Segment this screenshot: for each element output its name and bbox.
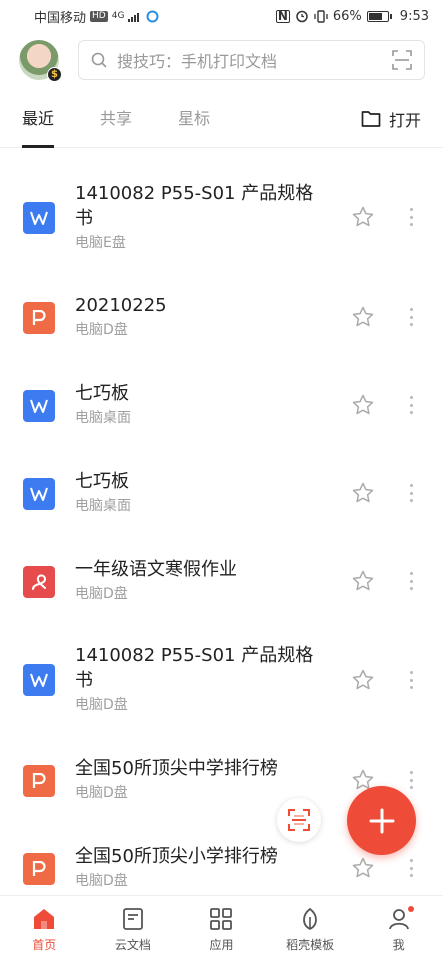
star-icon[interactable] bbox=[352, 306, 374, 328]
create-new-button[interactable] bbox=[347, 786, 416, 855]
battery-percent: 66% bbox=[332, 8, 362, 24]
nav-label: 我 bbox=[392, 938, 405, 952]
alarm-icon bbox=[296, 10, 308, 23]
signal-icon bbox=[128, 12, 140, 22]
tab-shared[interactable]: 共享 bbox=[100, 90, 132, 148]
nav-label: 应用 bbox=[209, 938, 234, 952]
star-icon[interactable] bbox=[352, 570, 374, 592]
file-name: 一年级语文寒假作业 bbox=[75, 559, 237, 580]
open-label: 打开 bbox=[388, 110, 421, 130]
file-name: 20210225 bbox=[75, 295, 167, 316]
tab-starred[interactable]: 星标 bbox=[178, 90, 210, 148]
ppt-file-icon bbox=[23, 853, 55, 885]
home-icon bbox=[34, 909, 55, 929]
star-icon[interactable] bbox=[352, 394, 374, 416]
ppt-file-icon bbox=[23, 765, 55, 797]
file-row[interactable]: 一年级语文寒假作业 电脑D盘 bbox=[0, 557, 443, 617]
scan-document-button[interactable] bbox=[277, 798, 321, 842]
file-location: 电脑桌面 bbox=[75, 410, 131, 426]
open-button[interactable]: 打开 bbox=[361, 107, 421, 131]
file-location: 电脑E盘 bbox=[75, 235, 126, 251]
search-bar[interactable]: 搜技巧：手机打印文档 bbox=[78, 40, 425, 80]
cloud-doc-icon bbox=[122, 908, 143, 930]
folder-icon bbox=[361, 110, 381, 127]
more-options-icon[interactable] bbox=[404, 859, 418, 877]
nav-apps[interactable]: 应用 bbox=[177, 896, 266, 960]
star-icon[interactable] bbox=[352, 857, 374, 879]
nav-label: 稻壳模板 bbox=[286, 938, 335, 952]
file-name: 七巧板 bbox=[75, 383, 129, 404]
nav-label: 云文档 bbox=[114, 938, 151, 952]
file-name: 全国50所顶尖小学排行榜 bbox=[75, 846, 278, 867]
more-options-icon[interactable] bbox=[404, 572, 418, 590]
battery-icon bbox=[366, 10, 392, 22]
more-options-icon[interactable] bbox=[404, 308, 418, 326]
search-icon bbox=[91, 52, 107, 68]
notification-dot bbox=[407, 906, 414, 912]
file-name: 1410082 P55-S01 产品规格书 bbox=[75, 183, 314, 229]
nav-home[interactable]: 首页 bbox=[0, 896, 89, 960]
vip-badge: $ bbox=[47, 67, 62, 82]
file-location: 电脑桌面 bbox=[75, 498, 131, 514]
more-options-icon[interactable] bbox=[404, 671, 418, 689]
file-row[interactable]: 七巧板 电脑桌面 bbox=[0, 381, 443, 441]
file-location: 电脑D盘 bbox=[75, 697, 128, 713]
top-bar: $ 搜技巧：手机打印文档 bbox=[0, 32, 443, 88]
word-file-icon bbox=[23, 390, 55, 422]
word-file-icon bbox=[23, 202, 55, 234]
app-notification-icon bbox=[146, 10, 159, 22]
nav-label: 首页 bbox=[32, 938, 57, 952]
star-icon[interactable] bbox=[352, 482, 374, 504]
vibrate-icon bbox=[314, 9, 328, 23]
file-row[interactable]: 七巧板 电脑桌面 bbox=[0, 469, 443, 529]
status-bar: 中国移动 HD 4G N 66% 9:53 bbox=[0, 0, 443, 32]
file-location: 电脑D盘 bbox=[75, 586, 128, 602]
tab-bar: 最近 共享 星标 打开 bbox=[0, 90, 443, 148]
more-options-icon[interactable] bbox=[404, 771, 418, 789]
ppt-file-icon bbox=[23, 302, 55, 334]
carrier-name: 中国移动 bbox=[34, 10, 87, 26]
file-name: 全国50所顶尖中学排行榜 bbox=[75, 758, 278, 779]
leaf-icon bbox=[303, 907, 317, 931]
file-row[interactable]: 1410082 P55-S01 产品规格书 电脑E盘 bbox=[0, 178, 443, 258]
word-file-icon bbox=[23, 478, 55, 510]
more-options-icon[interactable] bbox=[404, 208, 418, 226]
nav-templates[interactable]: 稻壳模板 bbox=[266, 896, 355, 960]
profile-icon bbox=[386, 906, 414, 932]
apps-grid-icon bbox=[210, 908, 233, 930]
more-options-icon[interactable] bbox=[404, 396, 418, 414]
file-location: 电脑D盘 bbox=[75, 322, 128, 338]
nav-cloud-docs[interactable]: 云文档 bbox=[89, 896, 178, 960]
hd-badge: HD bbox=[90, 10, 108, 22]
avatar[interactable]: $ bbox=[19, 40, 62, 82]
network-type: 4G bbox=[111, 11, 125, 21]
file-row[interactable]: 1410082 P55-S01 产品规格书 电脑D盘 bbox=[0, 643, 443, 723]
file-row[interactable]: 20210225 电脑D盘 bbox=[0, 293, 443, 353]
file-name: 七巧板 bbox=[75, 471, 129, 492]
bottom-navigation: 首页 云文档 应用 稻壳模板 我 bbox=[0, 895, 443, 960]
plus-icon bbox=[369, 808, 394, 833]
star-icon[interactable] bbox=[352, 669, 374, 691]
star-icon[interactable] bbox=[352, 206, 374, 228]
word-file-icon bbox=[23, 664, 55, 696]
file-name: 1410082 P55-S01 产品规格书 bbox=[75, 645, 314, 691]
pdf-file-icon bbox=[23, 566, 55, 598]
clock: 9:53 bbox=[399, 8, 429, 24]
more-options-icon[interactable] bbox=[404, 484, 418, 502]
nfc-icon: N bbox=[275, 8, 290, 23]
document-scan-icon bbox=[288, 809, 310, 831]
nav-me[interactable]: 我 bbox=[354, 896, 443, 960]
tab-recent[interactable]: 最近 bbox=[22, 90, 55, 148]
file-location: 电脑D盘 bbox=[75, 873, 128, 889]
search-input[interactable]: 搜技巧：手机打印文档 bbox=[117, 48, 392, 72]
scan-icon[interactable] bbox=[392, 50, 412, 70]
